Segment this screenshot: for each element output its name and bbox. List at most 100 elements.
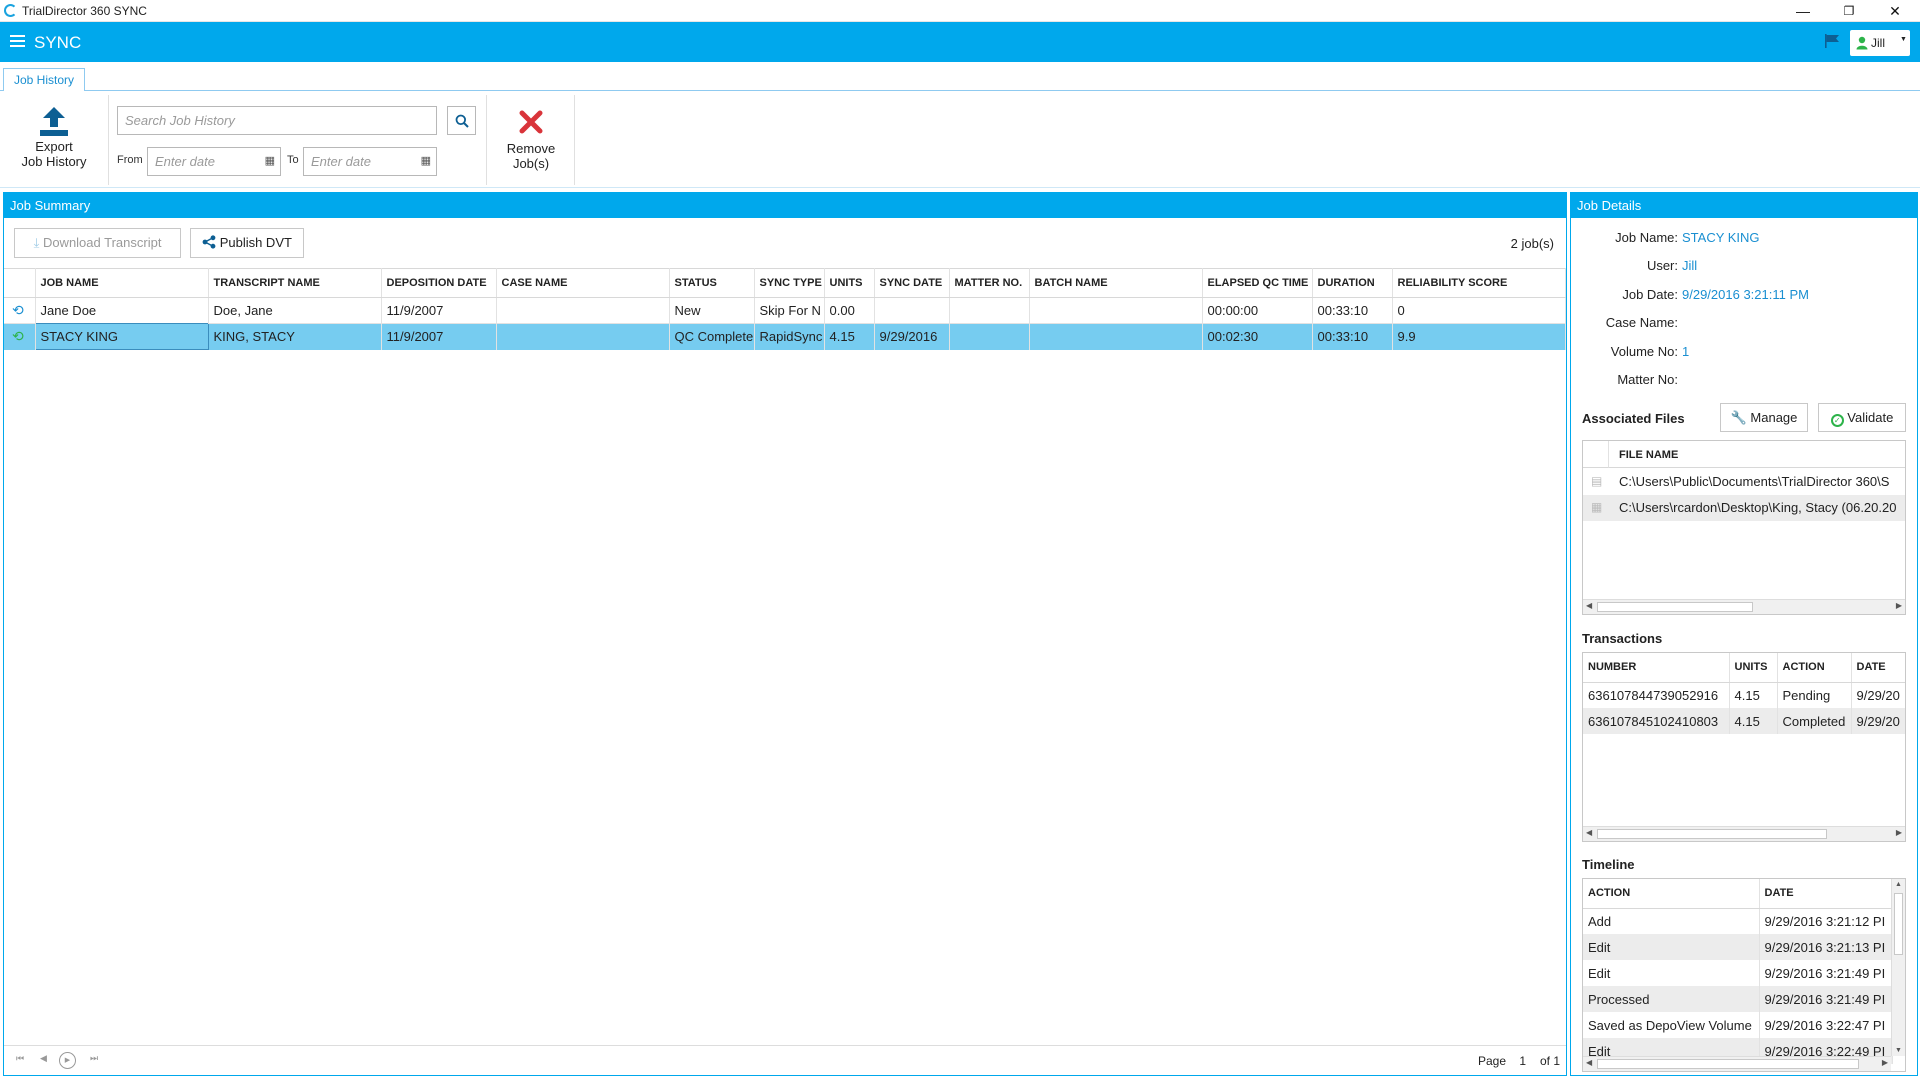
column-header[interactable]: TRANSCRIPT NAME xyxy=(208,268,382,298)
job-details-title: Job Details xyxy=(1571,193,1917,218)
last-page-icon[interactable]: ⏭ xyxy=(90,1053,98,1064)
restore-button[interactable]: ❐ xyxy=(1826,0,1872,22)
column-header[interactable]: ACTION xyxy=(1777,653,1852,683)
table-cell: KING, STACY xyxy=(208,323,382,350)
table-cell: Edit xyxy=(1583,960,1760,986)
next-page-icon[interactable]: ▶ xyxy=(59,1052,76,1069)
table-row[interactable]: Edit 9/29/2016 3:21:13 PI xyxy=(1583,934,1893,960)
to-date-placeholder: Enter date xyxy=(311,154,371,169)
scroll-thumb[interactable] xyxy=(1597,602,1753,612)
user-name: Jill xyxy=(1871,36,1885,50)
column-header[interactable]: ELAPSED QC TIME xyxy=(1202,268,1313,298)
remove-label-line2: Job(s) xyxy=(512,156,550,171)
column-header[interactable]: UNITS xyxy=(824,268,875,298)
tab-job-history[interactable]: Job History xyxy=(3,68,85,91)
remove-jobs-button[interactable]: Remove Job(s) xyxy=(496,109,566,181)
column-header[interactable]: CASE NAME xyxy=(496,268,670,298)
column-header[interactable]: NUMBER xyxy=(1583,653,1730,683)
scroll-thumb[interactable] xyxy=(1597,1059,1859,1069)
close-button[interactable]: ✕ xyxy=(1872,0,1918,22)
file-row[interactable]: ▦ C:\Users\rcardon\Desktop\King, Stacy (… xyxy=(1583,495,1905,521)
scroll-left-icon[interactable]: ◀ xyxy=(1586,1058,1592,1067)
user-icon xyxy=(1856,36,1868,50)
scroll-thumb[interactable] xyxy=(1597,829,1827,839)
search-button[interactable] xyxy=(447,106,476,135)
transactions-table: NUMBER UNITS ACTION DATE 636107844739052… xyxy=(1583,653,1905,734)
page-number-input[interactable]: 1 xyxy=(1519,1054,1526,1068)
export-job-history-button[interactable]: Export Job History xyxy=(12,105,96,180)
table-cell: 9/29/20 xyxy=(1851,708,1905,734)
calendar-icon[interactable]: ▦ xyxy=(265,148,275,175)
table-cell: 636107845102410803 xyxy=(1583,708,1730,734)
scroll-up-icon[interactable]: ▲ xyxy=(1895,881,1902,888)
scroll-left-icon[interactable]: ◀ xyxy=(1586,828,1592,837)
table-cell: Doe, Jane xyxy=(208,297,382,324)
file-row[interactable]: ▤ C:\Users\Public\Documents\TrialDirecto… xyxy=(1583,469,1905,495)
table-row[interactable]: Saved as DepoView Volume 9/29/2016 3:22:… xyxy=(1583,1012,1893,1038)
transactions-hscrollbar[interactable]: ◀ ▶ xyxy=(1583,826,1905,841)
user-label: User: xyxy=(1646,258,1678,273)
column-header[interactable]: BATCH NAME xyxy=(1029,268,1203,298)
column-header[interactable]: DATE xyxy=(1759,879,1893,909)
column-header[interactable]: ACTION xyxy=(1583,879,1760,909)
column-header[interactable]: DATE xyxy=(1851,653,1905,683)
flag-icon[interactable] xyxy=(1824,34,1840,48)
scroll-right-icon[interactable]: ▶ xyxy=(1896,601,1902,610)
table-row[interactable]: Edit 9/29/2016 3:21:49 PI xyxy=(1583,960,1893,986)
table-row[interactable]: Processed 9/29/2016 3:21:49 PI xyxy=(1583,986,1893,1012)
table-row[interactable]: 636107844739052916 4.15 Pending 9/29/20 xyxy=(1583,682,1905,708)
table-cell xyxy=(496,297,670,324)
to-date-input[interactable]: Enter date ▦ xyxy=(303,147,437,176)
scroll-right-icon[interactable]: ▶ xyxy=(1896,828,1902,837)
table-row[interactable]: ⟲ Jane Doe Doe, Jane 11/9/2007 New Skip … xyxy=(4,297,1566,324)
column-header[interactable]: DEPOSITION DATE xyxy=(381,268,497,298)
table-cell: 4.15 xyxy=(824,323,875,350)
check-circle-icon: ✓ xyxy=(1830,414,1844,427)
from-date-placeholder: Enter date xyxy=(155,154,215,169)
manage-label: Manage xyxy=(1750,410,1798,425)
table-cell: Pending xyxy=(1777,682,1852,708)
timeline-hscrollbar[interactable]: ◀ ▶ xyxy=(1583,1056,1891,1071)
table-cell xyxy=(1029,323,1203,350)
column-header[interactable]: STATUS xyxy=(669,268,755,298)
files-column-header[interactable]: FILE NAME xyxy=(1609,441,1905,468)
column-header[interactable]: UNITS xyxy=(1729,653,1778,683)
calendar-icon[interactable]: ▦ xyxy=(421,148,431,175)
search-input[interactable]: Search Job History xyxy=(117,106,437,135)
column-header[interactable]: DURATION xyxy=(1312,268,1393,298)
scroll-right-icon[interactable]: ▶ xyxy=(1882,1058,1888,1067)
volume-value: 1 xyxy=(1682,344,1690,359)
table-row[interactable]: Add 9/29/2016 3:21:12 PI xyxy=(1583,908,1893,934)
prev-page-icon[interactable]: ◀ xyxy=(40,1053,47,1064)
column-header[interactable]: MATTER NO. xyxy=(949,268,1030,298)
timeline-vscrollbar[interactable]: ▲ ▼ xyxy=(1891,879,1905,1056)
scroll-thumb[interactable] xyxy=(1894,893,1903,955)
scroll-down-icon[interactable]: ▼ xyxy=(1895,1047,1902,1054)
first-page-icon[interactable]: ⏮ xyxy=(16,1053,24,1064)
manage-button[interactable]: 🔧 Manage xyxy=(1720,403,1808,432)
ribbon-divider xyxy=(574,95,575,185)
hamburger-menu-icon[interactable] xyxy=(10,35,25,47)
table-row-selected[interactable]: ⟲ STACY KING KING, STACY 11/9/2007 QC Co… xyxy=(4,323,1566,350)
table-cell: 11/9/2007 xyxy=(381,297,497,324)
files-hscrollbar[interactable]: ◀ ▶ xyxy=(1583,599,1905,614)
table-row[interactable]: 636107845102410803 4.15 Completed 9/29/2… xyxy=(1583,708,1905,734)
column-header[interactable]: SYNC TYPE xyxy=(754,268,825,298)
user-value: Jill xyxy=(1682,258,1698,273)
user-menu-button[interactable]: Jill ▼ xyxy=(1850,30,1910,56)
column-header[interactable]: JOB NAME xyxy=(35,268,209,298)
minimize-button[interactable]: — xyxy=(1780,0,1826,22)
column-header[interactable]: SYNC DATE xyxy=(874,268,950,298)
table-cell: Jane Doe xyxy=(35,297,209,324)
search-icon xyxy=(455,114,469,128)
share-icon xyxy=(202,235,216,249)
job-summary-title: Job Summary xyxy=(4,193,1566,218)
download-transcript-button[interactable]: ⤓ Download Transcript xyxy=(14,228,181,258)
publish-dvt-button[interactable]: Publish DVT xyxy=(190,228,304,258)
from-date-input[interactable]: Enter date ▦ xyxy=(147,147,281,176)
page-label: Page xyxy=(1477,1054,1506,1068)
table-cell: 0.00 xyxy=(824,297,875,324)
transactions-grid: NUMBER UNITS ACTION DATE 636107844739052… xyxy=(1582,652,1906,842)
validate-button[interactable]: ✓ Validate xyxy=(1818,403,1906,432)
scroll-left-icon[interactable]: ◀ xyxy=(1586,601,1592,610)
